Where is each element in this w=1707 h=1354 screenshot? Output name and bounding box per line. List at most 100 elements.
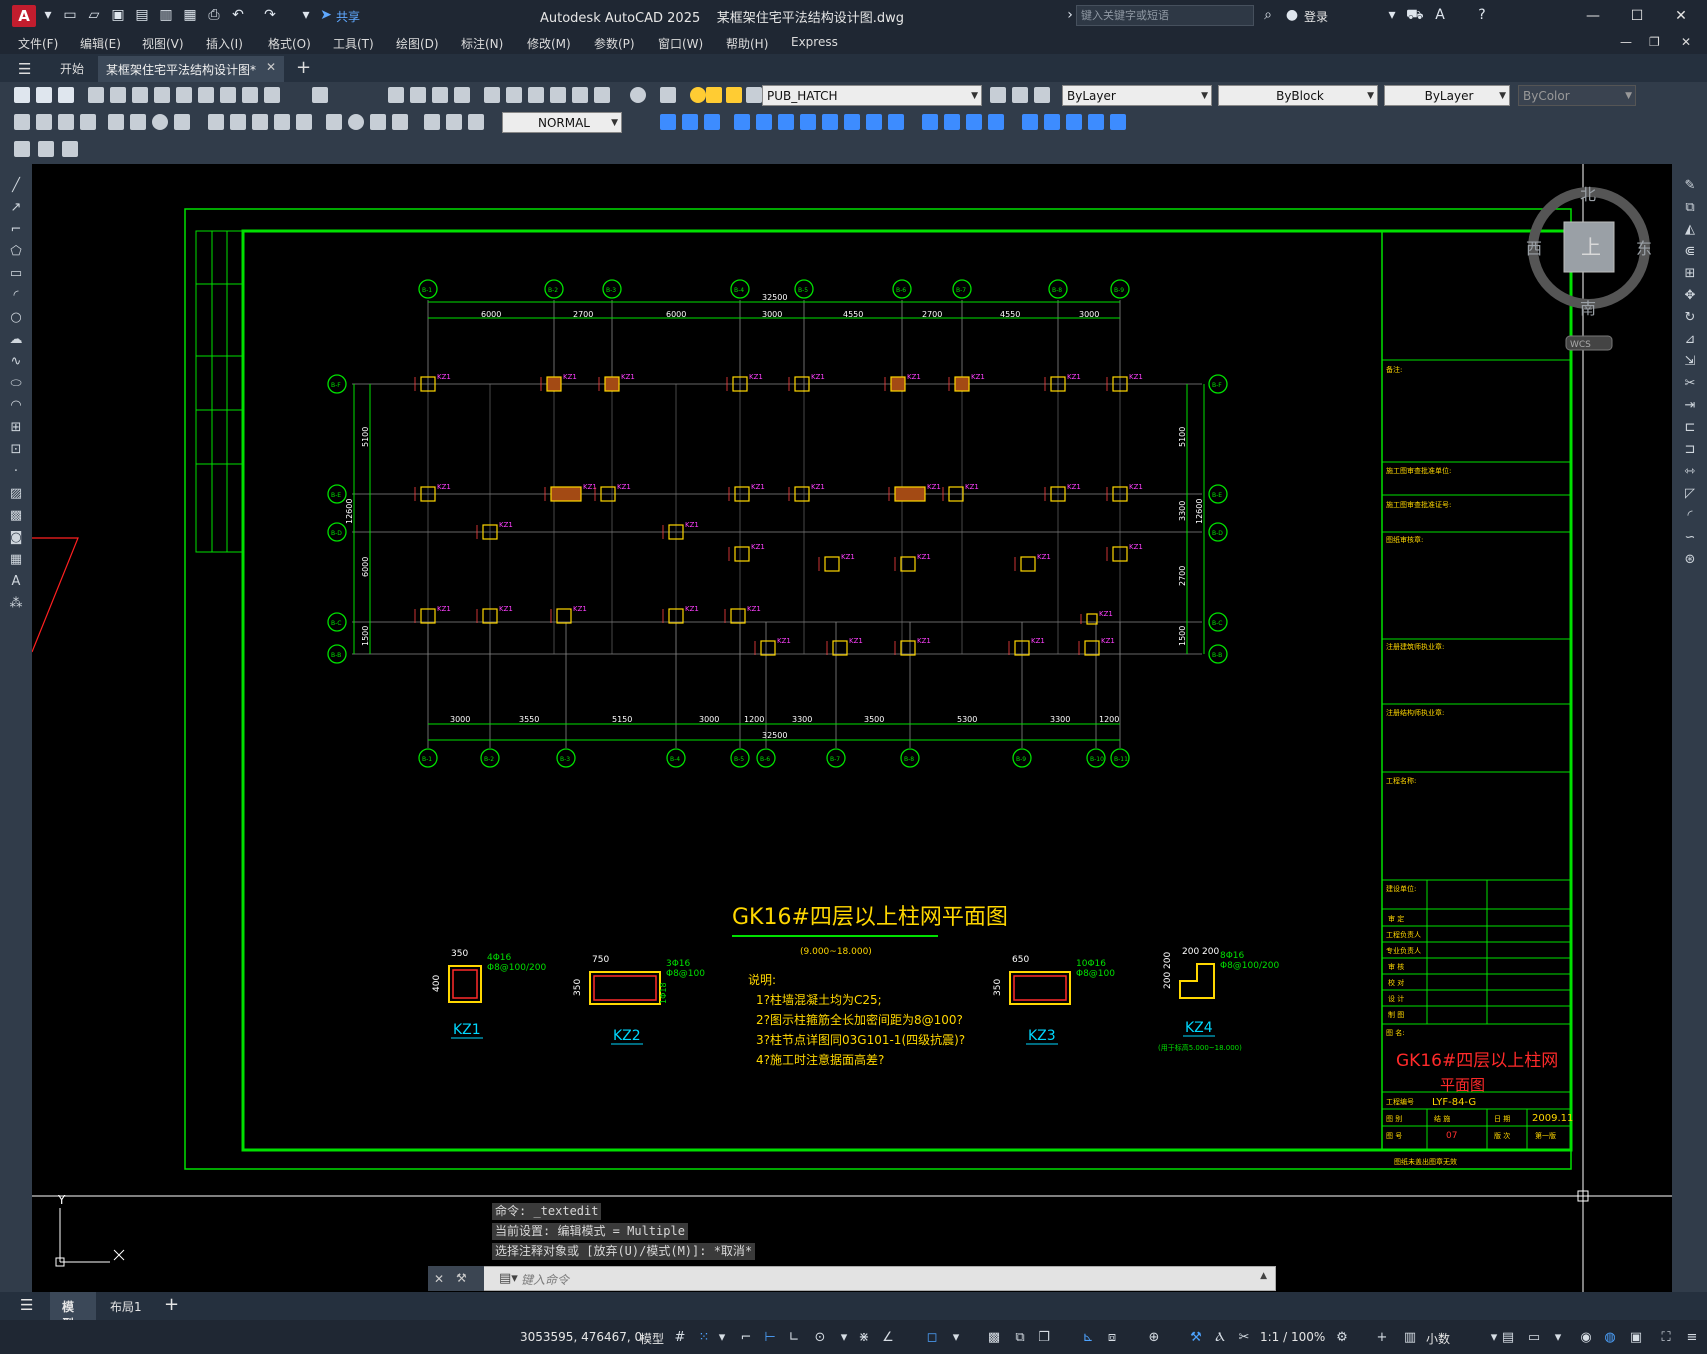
gizmo-icon[interactable]: ⊕ bbox=[1146, 1330, 1162, 1346]
inspection-icon[interactable] bbox=[370, 114, 386, 130]
block-editor-icon[interactable] bbox=[242, 87, 258, 103]
snap-mode-icon[interactable]: ⁙ bbox=[696, 1330, 712, 1346]
polygon-icon[interactable]: ⬠ bbox=[8, 244, 24, 260]
viewcube-west[interactable]: 西 bbox=[1526, 239, 1542, 258]
graphics-performance-icon[interactable]: ◍ bbox=[1602, 1330, 1618, 1346]
annotation-visibility-icon[interactable]: ⚒ bbox=[1188, 1330, 1204, 1346]
join-icon[interactable]: ⇿ bbox=[1682, 464, 1698, 480]
osnap-dropdown-icon[interactable]: ▾ bbox=[948, 1330, 964, 1346]
menu-insert[interactable]: 插入(I) bbox=[206, 35, 243, 52]
cart-icon[interactable]: ⛟ bbox=[1406, 7, 1424, 23]
dim-update-icon[interactable] bbox=[468, 114, 484, 130]
tool-palettes-icon[interactable] bbox=[528, 87, 544, 103]
plot-preview-icon[interactable] bbox=[110, 87, 126, 103]
maximize-icon[interactable]: ☐ bbox=[1622, 5, 1652, 27]
lineweight-dropdown[interactable]: ByLayer ▼ bbox=[1384, 85, 1510, 106]
menu-file[interactable]: 文件(F) bbox=[18, 35, 58, 52]
open-web-icon[interactable]: ▥ bbox=[158, 7, 174, 23]
plot-icon[interactable]: ⎙ bbox=[206, 7, 222, 23]
multiline-text-icon[interactable]: A bbox=[8, 574, 24, 590]
model-space-button[interactable]: 模型 bbox=[640, 1330, 664, 1347]
gradient-icon[interactable]: ▩ bbox=[8, 508, 24, 524]
isolate-objects-icon[interactable]: ◉ bbox=[1578, 1330, 1594, 1346]
signin-dropdown-icon[interactable]: ▾ bbox=[1384, 7, 1400, 23]
arc-icon[interactable]: ◜ bbox=[8, 288, 24, 304]
autocad-logo-icon[interactable]: A bbox=[12, 5, 36, 27]
line-icon[interactable]: ╱ bbox=[8, 178, 24, 194]
tolerance-icon[interactable] bbox=[326, 114, 342, 130]
calculator-icon[interactable] bbox=[594, 87, 610, 103]
doc-minimize-icon[interactable]: — bbox=[1620, 35, 1632, 49]
3d-osnap-icon[interactable]: ❐ bbox=[1036, 1330, 1052, 1346]
draw-order-icon[interactable] bbox=[14, 141, 30, 157]
share-icon[interactable]: ➤ bbox=[318, 7, 334, 23]
plot-toolbar-icon[interactable] bbox=[88, 87, 104, 103]
chamfer-icon[interactable]: ◸ bbox=[1682, 486, 1698, 502]
break-icon[interactable]: ⊐ bbox=[1682, 442, 1698, 458]
new-file-icon[interactable]: ▭ bbox=[62, 7, 78, 23]
layer-lock-icon[interactable] bbox=[726, 87, 742, 103]
search-input[interactable]: 键入关键字或短语 bbox=[1076, 5, 1254, 26]
redo-icon[interactable]: ↷ bbox=[262, 7, 278, 23]
doc-close-icon[interactable]: ✕ bbox=[1681, 35, 1691, 49]
undo-toolbar-icon[interactable] bbox=[264, 87, 280, 103]
array-icon[interactable]: ⊞ bbox=[1682, 266, 1698, 282]
ortho-mode-icon[interactable]: ∟ bbox=[786, 1330, 802, 1346]
continue-dim-icon[interactable] bbox=[252, 114, 268, 130]
menu-help[interactable]: 帮助(H) bbox=[726, 35, 768, 52]
snap-dropdown-icon[interactable]: ▾ bbox=[714, 1330, 730, 1346]
user-icon[interactable]: ● bbox=[1284, 7, 1300, 23]
infer-constraints-icon[interactable]: ⌐ bbox=[738, 1330, 754, 1346]
layer-previous-icon[interactable] bbox=[1012, 87, 1028, 103]
sheet-set-icon[interactable] bbox=[550, 87, 566, 103]
stretch-icon[interactable]: ⇲ bbox=[1682, 354, 1698, 370]
slice-icon[interactable] bbox=[1022, 114, 1038, 130]
help-icon[interactable]: ? bbox=[1474, 7, 1490, 23]
command-customize-wrench-icon[interactable]: ⚒ bbox=[456, 1271, 467, 1285]
explode-icon[interactable]: ⊛ bbox=[1682, 552, 1698, 568]
menu-format[interactable]: 格式(O) bbox=[268, 35, 311, 52]
annotation-scale-value[interactable]: 1:1 / 100% bbox=[1260, 1330, 1325, 1344]
grid-icon[interactable]: # bbox=[672, 1330, 688, 1346]
rotate-icon[interactable]: ↻ bbox=[1682, 310, 1698, 326]
minimize-icon[interactable]: — bbox=[1578, 5, 1608, 27]
mirror-icon[interactable]: ◭ bbox=[1682, 222, 1698, 238]
3d-rotate-icon[interactable] bbox=[944, 114, 960, 130]
fillet-icon[interactable]: ◜ bbox=[1682, 508, 1698, 524]
center-mark-icon[interactable] bbox=[348, 114, 364, 130]
menu-view[interactable]: 视图(V) bbox=[142, 35, 184, 52]
offset-icon[interactable]: ⋐ bbox=[1682, 244, 1698, 260]
menu-tools[interactable]: 工具(T) bbox=[333, 35, 374, 52]
tab-close-icon[interactable]: ✕ bbox=[266, 60, 276, 74]
layer-properties-icon[interactable] bbox=[660, 87, 676, 103]
clean-screen-icon[interactable]: ⛶ bbox=[1658, 1330, 1674, 1346]
angular-dim-icon[interactable] bbox=[174, 114, 190, 130]
transparency-icon[interactable]: ▩ bbox=[986, 1330, 1002, 1346]
dim-break-icon[interactable] bbox=[296, 114, 312, 130]
viewcube[interactable]: 上 北 南 东 西 WCS bbox=[1526, 185, 1652, 351]
coordinate-readout[interactable]: 3053595, 476467, 0 bbox=[520, 1330, 642, 1344]
solid-edit-icon[interactable] bbox=[1110, 114, 1126, 130]
erase-icon[interactable]: ✎ bbox=[1682, 178, 1698, 194]
lock-ui-icon[interactable]: ▭ bbox=[1526, 1330, 1542, 1346]
selection-cycling-icon[interactable]: ⧉ bbox=[1012, 1330, 1028, 1346]
jogged-dim-icon[interactable] bbox=[130, 114, 146, 130]
arc-length-dim-icon[interactable] bbox=[58, 114, 74, 130]
revision-cloud-icon[interactable]: ☁ bbox=[8, 332, 24, 348]
ellipse-icon[interactable]: ⬭ bbox=[8, 376, 24, 392]
design-center-icon[interactable] bbox=[506, 87, 522, 103]
trim-icon[interactable]: ✂ bbox=[1682, 376, 1698, 392]
undo-icon[interactable]: ↶ bbox=[230, 7, 246, 23]
sphere-icon[interactable] bbox=[704, 114, 720, 130]
tab-document[interactable]: 某框架住宅平法结构设计图* ✕ bbox=[98, 56, 284, 82]
menu-edit[interactable]: 编辑(E) bbox=[80, 35, 121, 52]
command-history-toggle-icon[interactable]: ▲ bbox=[1260, 1271, 1267, 1281]
edit-polyline-icon[interactable] bbox=[62, 141, 78, 157]
3d-array-icon[interactable] bbox=[988, 114, 1004, 130]
search-icon[interactable]: ⌕ bbox=[1260, 7, 1276, 23]
color-dropdown[interactable]: ByLayer ▼ bbox=[1062, 85, 1212, 106]
lock-dropdown-icon[interactable]: ▾ bbox=[1550, 1330, 1566, 1346]
polar-tracking-icon[interactable]: ⊙ bbox=[812, 1330, 828, 1346]
doc-restore-icon[interactable]: ❐ bbox=[1649, 35, 1660, 49]
quick-dim-icon[interactable] bbox=[208, 114, 224, 130]
